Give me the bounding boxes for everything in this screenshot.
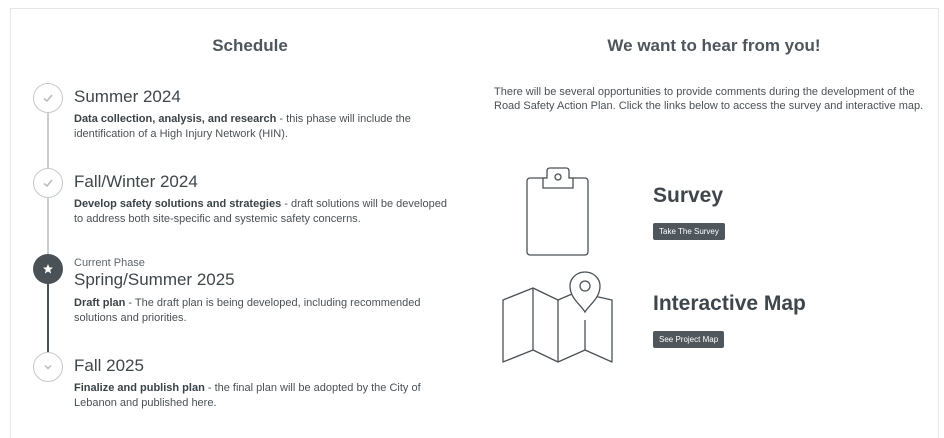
phase-3-description: Draft plan - The draft plan is being dev… [74,297,421,324]
phase-2-check-icon [33,168,63,198]
phase-3-title: Spring/Summer 2025 [74,270,235,289]
phase-4-description: Finalize and publish plan - the final pl… [74,382,421,409]
timeline-line-current [47,282,49,352]
feedback-intro: There will be several opportunities to p… [494,86,924,112]
feedback-title: We want to hear from you! [607,36,821,55]
phase-2-title: Fall/Winter 2024 [74,172,198,191]
phase-3-star-icon [33,254,63,284]
phase-4-title: Fall 2025 [74,356,144,375]
clipboard-icon[interactable] [525,166,591,258]
see-project-map-button[interactable]: See Project Map [653,331,725,348]
map-pin-icon[interactable] [500,270,616,364]
schedule-title: Schedule [212,36,288,55]
survey-title: Survey [653,184,724,207]
phase-4-chevron-down-icon [33,352,63,382]
current-phase-label: Current Phase [74,257,145,269]
interactive-map-title: Interactive Map [653,292,806,315]
phase-2-description: Develop safety solutions and strategies … [74,198,447,225]
phase-1-title: Summer 2024 [74,87,181,106]
phase-1-check-icon [33,83,63,113]
take-survey-button[interactable]: Take The Survey [653,223,725,240]
phase-1-description: Data collection, analysis, and research … [74,113,411,140]
